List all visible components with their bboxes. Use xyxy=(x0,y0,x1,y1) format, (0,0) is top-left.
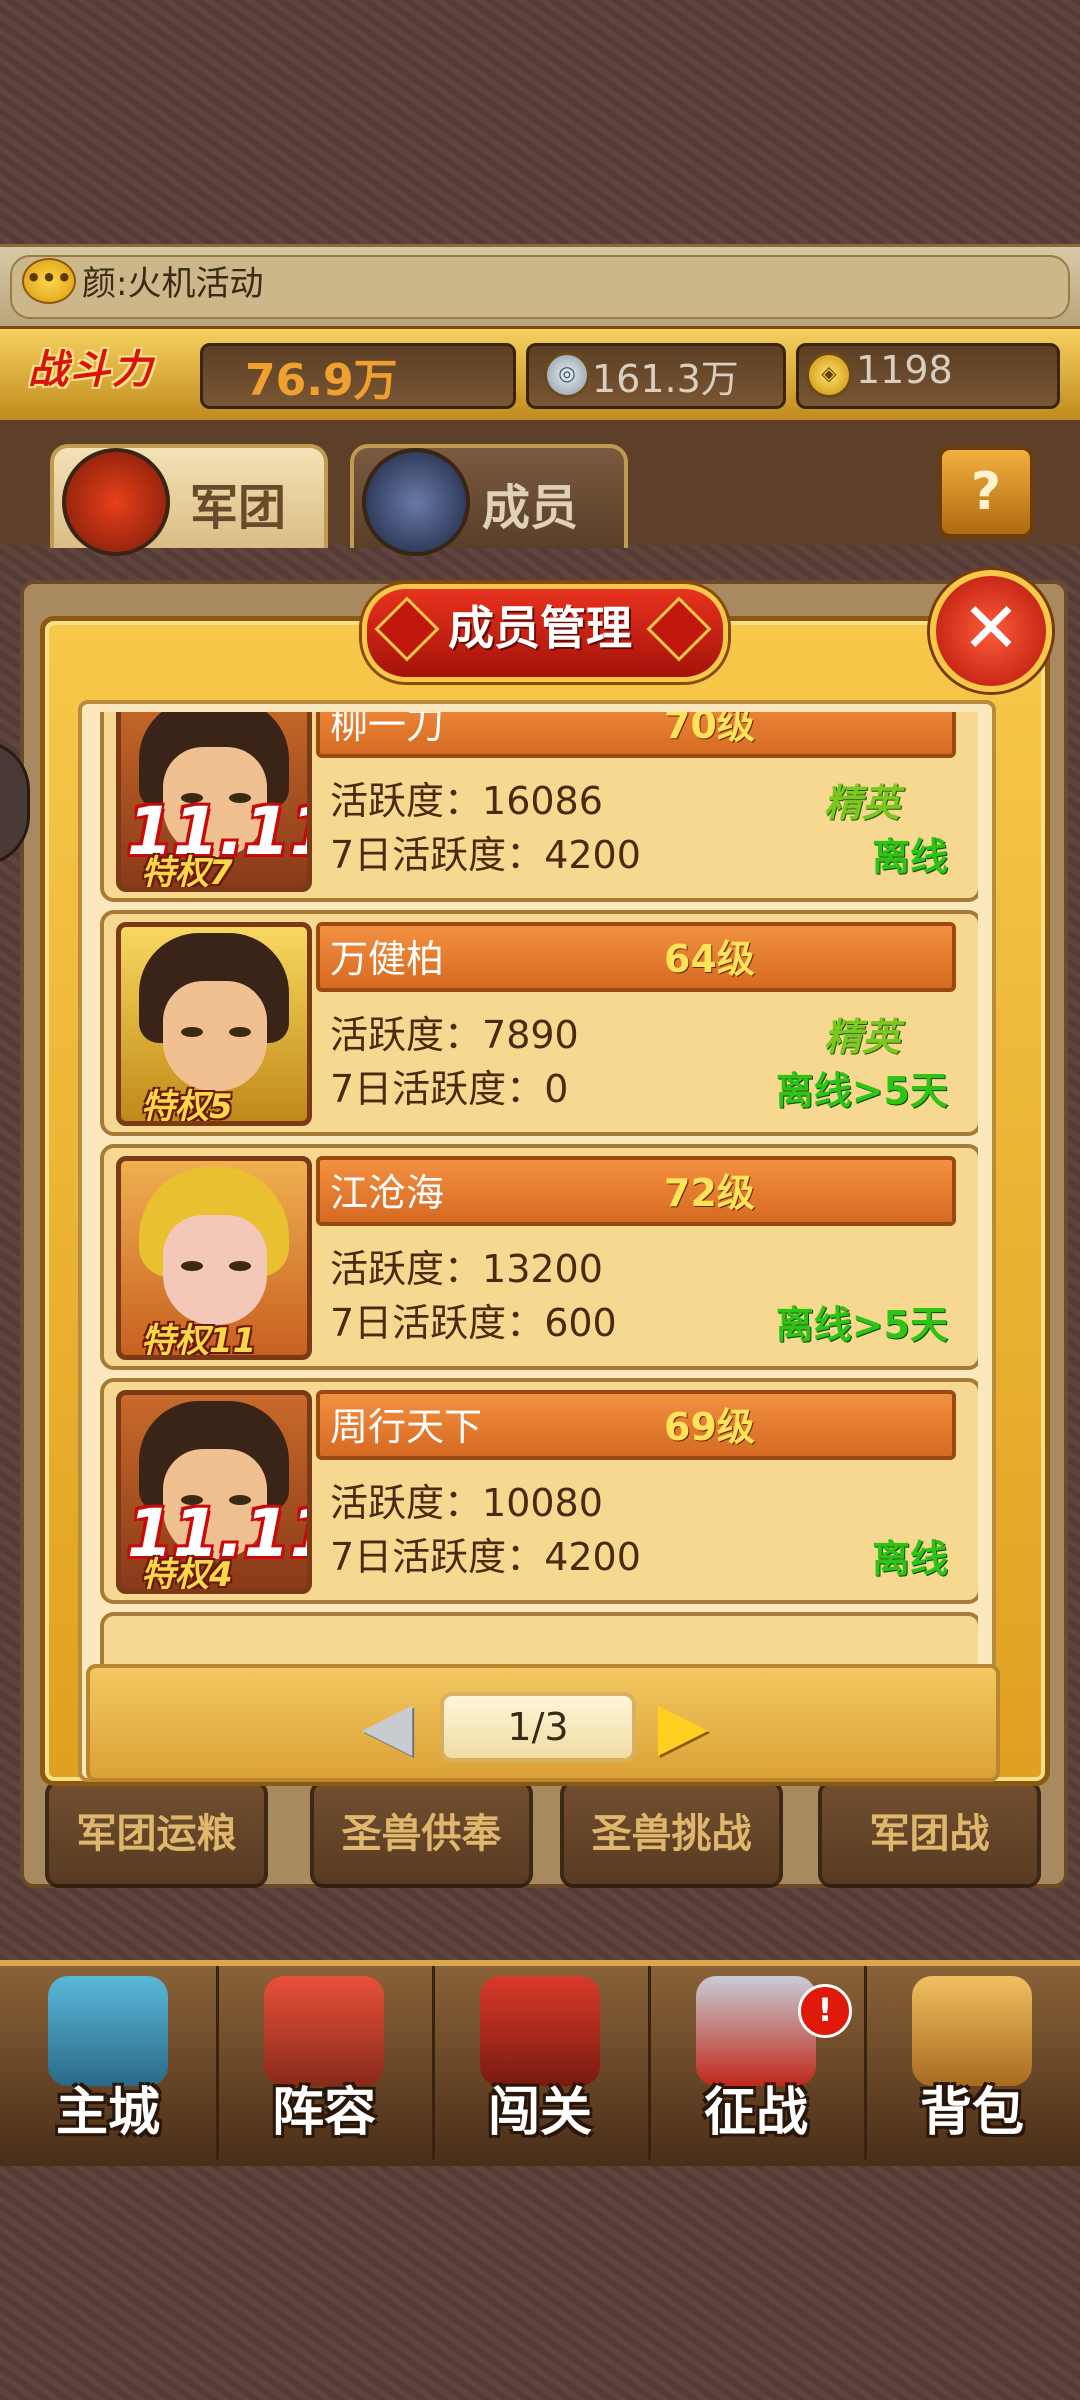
member-level: 69级 xyxy=(664,1405,755,1449)
activity-stat: 活跃度：16086 xyxy=(330,770,603,825)
dialog-title: 成员管理 xyxy=(448,601,632,655)
tab-legion-label: 军团 xyxy=(190,480,287,536)
weekly-activity-label: 7日活跃度： xyxy=(330,1067,545,1111)
member-name: 周行天下 xyxy=(330,1405,483,1449)
tab-members[interactable]: 成员 xyxy=(350,444,628,556)
vip-badge: 特权11 xyxy=(141,1321,257,1360)
chat-bubble-icon: ••• xyxy=(22,258,76,304)
member-online-status: 离线 xyxy=(871,835,948,879)
activity-label: 活跃度： xyxy=(330,1481,483,1525)
vip-badge: 特权5 xyxy=(141,1087,233,1126)
activity-value: 16086 xyxy=(482,779,603,823)
weekly-activity-stat: 7日活跃度：4200 xyxy=(330,824,641,879)
nav-stages[interactable]: 闯关 xyxy=(432,1966,651,2160)
activity-stat: 活跃度：13200 xyxy=(330,1238,603,1293)
silver-value: 161.3万 xyxy=(592,357,739,401)
weekly-activity-value: 600 xyxy=(544,1301,617,1345)
next-arrow-icon[interactable]: ▶ xyxy=(648,1690,718,1762)
nav-label: 阵容 xyxy=(271,2083,376,2143)
weekly-activity-value: 0 xyxy=(544,1067,569,1111)
prev-arrow-icon[interactable]: ◀ xyxy=(352,1690,422,1762)
nav-main-city[interactable]: 主城 xyxy=(0,1966,219,2160)
member-level: 64级 xyxy=(664,937,755,981)
member-avatar[interactable]: 11.11 特权4 xyxy=(116,1390,312,1594)
weekly-activity-stat: 7日活跃度：600 xyxy=(330,1292,617,1347)
weekly-activity-value: 4200 xyxy=(544,833,641,877)
member-avatar[interactable]: 11.11 特权7 xyxy=(116,712,312,892)
weekly-activity-label: 7日活跃度： xyxy=(330,1301,545,1345)
member-card[interactable]: 特权5 万健柏 64级 活跃度：7890 7日活跃度：0 精英 离线>5天 xyxy=(100,910,978,1136)
member-online-status: 离线>5天 xyxy=(775,1069,948,1113)
alert-badge: ! xyxy=(798,1984,852,2038)
activity-value: 13200 xyxy=(482,1247,603,1291)
member-level: 70级 xyxy=(664,712,755,747)
member-level: 72级 xyxy=(664,1171,755,1215)
activity-stat: 活跃度：10080 xyxy=(330,1472,603,1527)
member-role: 精英 xyxy=(824,781,901,825)
weekly-activity-label: 7日活跃度： xyxy=(330,1535,545,1579)
legion-banner-icon xyxy=(62,448,170,556)
close-button[interactable]: ✕ xyxy=(930,570,1052,692)
legion-war-button: 军团战 xyxy=(818,1780,1041,1888)
tab-legion[interactable]: 军团 xyxy=(50,444,328,556)
member-card[interactable]: 特权11 江沧海 72级 活跃度：13200 7日活跃度：600 离线>5天 xyxy=(100,1144,978,1370)
nav-campaign[interactable]: ! 征战 xyxy=(648,1966,867,2160)
nav-label: 背包 xyxy=(919,2083,1024,2143)
member-name: 江沧海 xyxy=(330,1171,445,1215)
member-avatar[interactable]: 特权11 xyxy=(116,1156,312,1360)
activity-label: 活跃度： xyxy=(330,1247,483,1291)
beast-challenge-button: 圣兽挑战 xyxy=(560,1780,783,1888)
activity-value: 10080 xyxy=(482,1481,603,1525)
member-card-next[interactable] xyxy=(100,1612,978,1664)
member-role: 精英 xyxy=(824,1015,901,1059)
activity-value: 7890 xyxy=(482,1013,579,1057)
member-online-status: 离线 xyxy=(871,1537,948,1581)
member-portrait-icon xyxy=(362,448,470,556)
member-name: 万健柏 xyxy=(330,937,445,981)
combat-power-label: 战斗力 xyxy=(28,347,154,393)
nav-label: 闯关 xyxy=(487,2083,592,2143)
activity-stat: 活跃度：7890 xyxy=(330,1004,579,1059)
vip-badge: 特权4 xyxy=(141,1555,233,1594)
nav-label: 主城 xyxy=(55,2083,160,2143)
nav-bag[interactable]: 背包 xyxy=(864,1966,1080,2160)
member-list[interactable]: 11.11 特权7 柳一刀 70级 活跃度：16086 7日活跃度：4200 精… xyxy=(100,712,978,1664)
silver-coin-icon: ◎ xyxy=(544,352,590,398)
vip-badge: 特权7 xyxy=(141,853,233,892)
member-card[interactable]: 11.11 特权7 柳一刀 70级 活跃度：16086 7日活跃度：4200 精… xyxy=(100,712,978,902)
nav-label: 征战 xyxy=(703,2083,808,2143)
member-online-status: 离线>5天 xyxy=(775,1303,948,1347)
member-avatar[interactable]: 特权5 xyxy=(116,922,312,1126)
member-name: 柳一刀 xyxy=(330,712,445,747)
weekly-activity-stat: 7日活跃度：0 xyxy=(330,1058,568,1113)
tab-members-label: 成员 xyxy=(482,480,579,536)
weekly-activity-stat: 7日活跃度：4200 xyxy=(330,1526,641,1581)
gold-coin-icon: ◈ xyxy=(806,352,852,398)
weekly-activity-value: 4200 xyxy=(544,1535,641,1579)
page-indicator: 1/3 xyxy=(440,1692,636,1762)
nav-lineup[interactable]: 阵容 xyxy=(216,1966,435,2160)
legion-supply-button: 军团运粮 xyxy=(45,1780,268,1888)
activity-label: 活跃度： xyxy=(330,779,483,823)
chat-message[interactable]: 颜:火机活动 xyxy=(82,256,263,305)
help-button[interactable]: ? xyxy=(938,446,1034,538)
weekly-activity-label: 7日活跃度： xyxy=(330,833,545,877)
beast-offering-button: 圣兽供奉 xyxy=(310,1780,533,1888)
combat-power-value: 76.9万 xyxy=(245,355,398,406)
member-card[interactable]: 11.11 特权4 周行天下 69级 活跃度：10080 7日活跃度：4200 … xyxy=(100,1378,978,1604)
gold-value: 1198 xyxy=(856,348,953,392)
activity-label: 活跃度： xyxy=(330,1013,483,1057)
